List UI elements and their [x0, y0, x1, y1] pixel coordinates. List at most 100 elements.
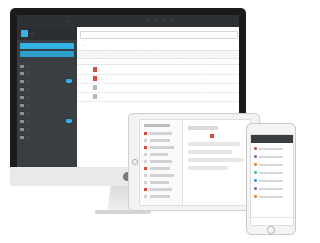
- folder-icon: [20, 127, 24, 131]
- column-header[interactable]: ...: [212, 59, 215, 63]
- phone-list-dot: [254, 171, 257, 174]
- top-nav-item[interactable]: ...: [155, 18, 158, 22]
- search-input[interactable]: [80, 31, 238, 39]
- tablet-list-item[interactable]: [150, 174, 174, 177]
- tablet-list-marker: [144, 146, 147, 149]
- top-nav-item[interactable]: ...: [147, 18, 150, 22]
- file-icon: [93, 76, 97, 81]
- app-logo-icon: [21, 30, 28, 37]
- top-bar-brand: ...: [67, 18, 71, 23]
- phone-list-dot: [254, 179, 257, 182]
- tablet-list-marker: [144, 188, 147, 191]
- tablet-list-item[interactable]: [150, 167, 170, 170]
- phone-list-dot: [254, 147, 257, 150]
- folder-icon: [20, 64, 24, 68]
- file-meta: ...: [205, 94, 208, 99]
- file-name: ...: [101, 85, 104, 90]
- phone-home-button: [267, 226, 275, 234]
- sidebar-item[interactable]: ...: [20, 110, 74, 116]
- folder-icon: [20, 79, 24, 83]
- folder-icon: [20, 71, 24, 75]
- tablet-detail-line: [188, 166, 228, 170]
- phone-list-dot: [254, 195, 257, 198]
- sidebar-item[interactable]: ...: [20, 102, 74, 108]
- folder-icon: [20, 103, 24, 107]
- top-bar: ... ... ... ... ...: [17, 15, 239, 27]
- tablet-list-header: [144, 124, 170, 127]
- toolbar-item[interactable]: ...: [105, 53, 108, 57]
- file-meta: ...: [205, 76, 208, 81]
- top-nav: ... ... ... ...: [147, 18, 174, 22]
- sidebar-item[interactable]: ...: [20, 126, 74, 132]
- table-row[interactable]: ... ...: [77, 92, 239, 102]
- tablet-list-item[interactable]: [150, 160, 172, 163]
- sidebar-item[interactable]: ...: [20, 78, 74, 84]
- file-meta: ...: [205, 67, 208, 72]
- tablet-detail-line: [188, 142, 240, 146]
- file-name: ...: [101, 76, 104, 81]
- file-name: ...: [101, 67, 104, 72]
- tablet-detail-line: [188, 150, 232, 154]
- sidebar-item[interactable]: ...: [20, 63, 74, 69]
- sidebar-secondary-button[interactable]: [20, 51, 74, 57]
- tablet-list-item[interactable]: [150, 181, 169, 184]
- phone-list-item[interactable]: [253, 154, 291, 160]
- sidebar-primary-button[interactable]: ...: [20, 43, 74, 49]
- tablet-home-button: [132, 159, 138, 165]
- sidebar: ... ... ... ... ... ... ... ... ... ... …: [17, 27, 77, 167]
- phone-list-item[interactable]: [253, 178, 291, 184]
- tablet-list-marker: [144, 153, 147, 156]
- folder-icon: [20, 95, 24, 99]
- column-header[interactable]: ...: [177, 59, 180, 63]
- tablet-detail-title: [188, 126, 218, 130]
- top-nav-item[interactable]: ...: [171, 18, 174, 22]
- tablet-list-marker: [144, 167, 147, 170]
- phone-list-item[interactable]: [253, 170, 291, 176]
- tablet-list-item[interactable]: [150, 146, 174, 149]
- phone-tab-bar: [251, 217, 293, 225]
- tablet-list-marker: [144, 132, 147, 135]
- tablet-list-marker: [144, 160, 147, 163]
- table-header: ... ... ...: [77, 58, 239, 65]
- toolbar-item[interactable]: ...: [83, 53, 86, 57]
- phone-screen: [250, 134, 294, 226]
- tablet-screen: [139, 119, 251, 206]
- file-icon: [93, 67, 97, 72]
- file-icon: [210, 134, 214, 138]
- folder-icon: [20, 119, 24, 123]
- toolbar-item[interactable]: ...: [157, 53, 160, 57]
- tablet-list-item[interactable]: [150, 139, 170, 142]
- count-badge: [66, 119, 72, 123]
- phone-list-dot: [254, 155, 257, 158]
- phone-list-item[interactable]: [253, 146, 291, 152]
- phone-device: [246, 123, 296, 235]
- sidebar-item[interactable]: ...: [20, 118, 74, 124]
- file-icon: [93, 85, 97, 90]
- folder-icon: [20, 135, 24, 139]
- folder-icon: [20, 111, 24, 115]
- tablet-list-item[interactable]: [150, 153, 168, 156]
- tablet-list-item[interactable]: [150, 195, 170, 198]
- tablet-detail-line: [188, 158, 244, 162]
- sidebar-item[interactable]: ...: [20, 70, 74, 76]
- phone-list-item[interactable]: [253, 194, 291, 200]
- tablet-list-item[interactable]: [150, 188, 172, 191]
- tablet-list-panel: [140, 120, 183, 205]
- sidebar-header: ...: [17, 27, 77, 40]
- toolbar-item[interactable]: ...: [135, 53, 138, 57]
- folder-icon: [20, 87, 24, 91]
- breadcrumb: ...: [82, 43, 85, 47]
- top-nav-item[interactable]: ...: [163, 18, 166, 22]
- tablet-device: [128, 113, 260, 211]
- phone-list-item[interactable]: [253, 162, 291, 168]
- file-meta: ...: [205, 85, 208, 90]
- phone-header: [251, 135, 293, 143]
- tablet-list-item[interactable]: [150, 132, 172, 135]
- sidebar-item[interactable]: ...: [20, 134, 74, 140]
- sidebar-item[interactable]: ...: [20, 86, 74, 92]
- column-header[interactable]: ...: [101, 59, 104, 63]
- phone-list-item[interactable]: [253, 186, 291, 192]
- tablet-list-marker: [144, 195, 147, 198]
- tablet-list-marker: [144, 181, 147, 184]
- sidebar-item[interactable]: ...: [20, 94, 74, 100]
